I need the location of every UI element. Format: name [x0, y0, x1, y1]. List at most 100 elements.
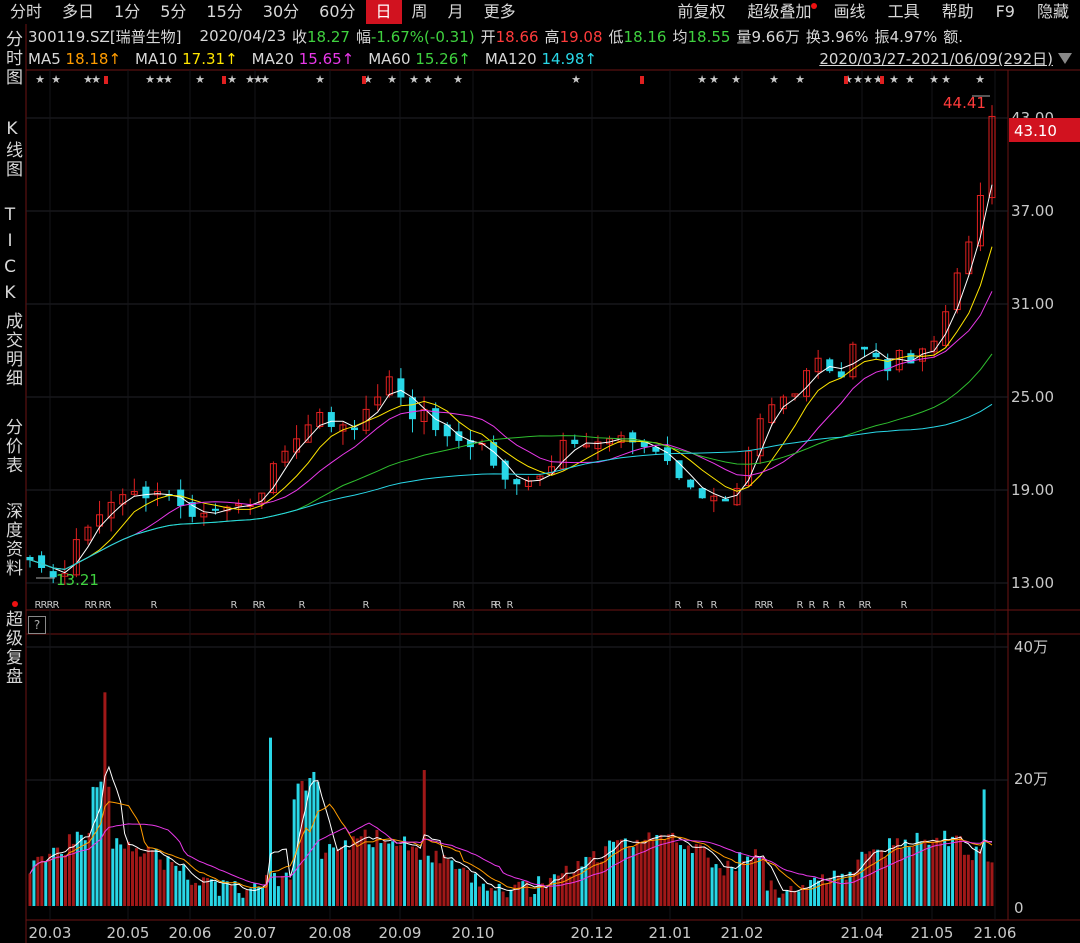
- sidebar-timeshare[interactable]: 分时图: [0, 30, 26, 87]
- volume-bar: [568, 876, 572, 906]
- volume-bar: [406, 850, 410, 906]
- candle-body: [188, 502, 196, 517]
- star-marker-icon: ★: [571, 73, 581, 86]
- volume-bar: [982, 789, 986, 906]
- tab-period-9[interactable]: 月: [438, 0, 474, 24]
- ma5-label: MA5: [28, 50, 61, 68]
- menu-item-2[interactable]: 画线: [823, 0, 877, 24]
- volume-bar: [466, 870, 470, 906]
- candle-body: [559, 439, 567, 470]
- candle-body: [339, 424, 347, 432]
- tab-period-1[interactable]: 多日: [52, 0, 104, 24]
- star-marker-icon: ★: [843, 73, 853, 86]
- tab-period-4[interactable]: 15分: [196, 0, 252, 24]
- sidebar-price-table[interactable]: 分价表: [0, 418, 26, 475]
- star-marker-icon: ★: [363, 73, 373, 86]
- volume-bar: [107, 786, 111, 906]
- menu-item-0[interactable]: 前复权: [667, 0, 737, 24]
- volume-bar: [276, 886, 280, 906]
- volume-bar: [99, 781, 103, 906]
- volume-bar: [817, 880, 821, 906]
- volume-bar: [746, 856, 750, 906]
- sidebar-kline[interactable]: K线图: [0, 118, 26, 192]
- volume-bar: [186, 879, 190, 906]
- volume-bar: [813, 877, 817, 906]
- volume-bar: [481, 883, 485, 906]
- menu-item-3[interactable]: 工具: [877, 0, 931, 24]
- volume-bar: [730, 867, 734, 906]
- volume-bar: [911, 846, 915, 906]
- volume-bar: [635, 839, 639, 906]
- candle-body: [200, 512, 208, 518]
- volume-bar: [162, 869, 166, 906]
- volume-bar: [525, 881, 529, 906]
- sidebar-dot-icon: [12, 601, 18, 607]
- candle-body: [814, 357, 822, 373]
- help-icon[interactable]: ?: [28, 616, 46, 634]
- price-tick-label: 43.00: [1011, 109, 1054, 127]
- sidebar-depth-data[interactable]: 深度资料: [0, 502, 26, 578]
- volume-bar: [320, 858, 324, 906]
- tab-period-8[interactable]: 周: [402, 0, 438, 24]
- tab-period-6[interactable]: 60分: [309, 0, 365, 24]
- r-marker: R: [85, 600, 92, 611]
- volume-bar: [166, 856, 170, 906]
- volume-bar: [115, 838, 119, 906]
- candle-body: [803, 370, 811, 397]
- volume-bar: [359, 836, 363, 906]
- candle-body: [675, 460, 683, 479]
- tab-period-2[interactable]: 1分: [104, 0, 150, 24]
- candle-body: [571, 439, 579, 445]
- volume-bar: [860, 851, 864, 906]
- candle-body: [385, 376, 393, 396]
- volume-bar: [296, 783, 300, 906]
- volume-bar: [119, 844, 123, 906]
- menu-item-4[interactable]: 帮助: [931, 0, 985, 24]
- volume-bar: [986, 861, 990, 906]
- range-dropdown-icon[interactable]: [1058, 53, 1072, 64]
- volume-bar: [919, 842, 923, 906]
- menu-item-6[interactable]: 隐藏: [1026, 0, 1080, 24]
- r-marker: R: [151, 600, 158, 611]
- tab-period-0[interactable]: 分时: [0, 0, 52, 24]
- volume-bar: [280, 875, 284, 906]
- star-marker-icon: ★: [769, 73, 779, 86]
- period-toolbar: 分时 多日 1分 5分 15分 30分 60分日周月更多 前复权 超级叠加 画线 工具 帮助 F9 隐藏: [0, 0, 1080, 24]
- volume-bar: [60, 853, 64, 906]
- date-range-selector[interactable]: 2020/03/27-2021/06/09(292日): [819, 48, 1053, 69]
- menu-item-5[interactable]: F9: [985, 0, 1026, 24]
- star-marker-icon: ★: [423, 73, 433, 86]
- candle-body: [953, 272, 961, 311]
- high-label: 高: [544, 27, 560, 46]
- star-marker-icon: ★: [709, 73, 719, 86]
- volume-bar: [134, 848, 138, 906]
- date-tick-label: 21.04: [841, 924, 884, 942]
- date-tick-label: 20.03: [29, 924, 72, 942]
- tab-period-10[interactable]: 更多: [474, 0, 526, 24]
- sidebar-label-price-table: 分价表: [2, 418, 22, 475]
- low-label: 低: [608, 27, 624, 46]
- candle-body: [107, 501, 115, 519]
- candle-body: [211, 508, 219, 511]
- volume-bar: [489, 888, 493, 906]
- close-label: 收: [292, 27, 308, 46]
- tab-period-5[interactable]: 30分: [253, 0, 309, 24]
- volume-bar: [150, 850, 154, 906]
- volume-bar: [75, 831, 79, 906]
- volume-bar: [351, 836, 355, 906]
- candle-body: [501, 460, 509, 480]
- sidebar-super-review[interactable]: 超级复盘: [0, 610, 26, 686]
- volume-bar: [257, 886, 261, 906]
- volume-bar: [868, 851, 872, 906]
- ma60-value: 15.26↑: [415, 50, 471, 68]
- tab-period-7[interactable]: 日: [365, 0, 402, 24]
- sidebar-trade-detail[interactable]: 成交明细: [0, 312, 26, 388]
- volume-bar: [903, 839, 907, 906]
- volume-bar: [891, 845, 895, 906]
- candle-body: [733, 487, 741, 506]
- sidebar-tick[interactable]: TICK: [0, 205, 26, 309]
- tab-period-3[interactable]: 5分: [150, 0, 196, 24]
- menu-item-1[interactable]: 超级叠加: [737, 0, 823, 24]
- volume-bar: [517, 881, 521, 906]
- volume-bar: [379, 843, 383, 906]
